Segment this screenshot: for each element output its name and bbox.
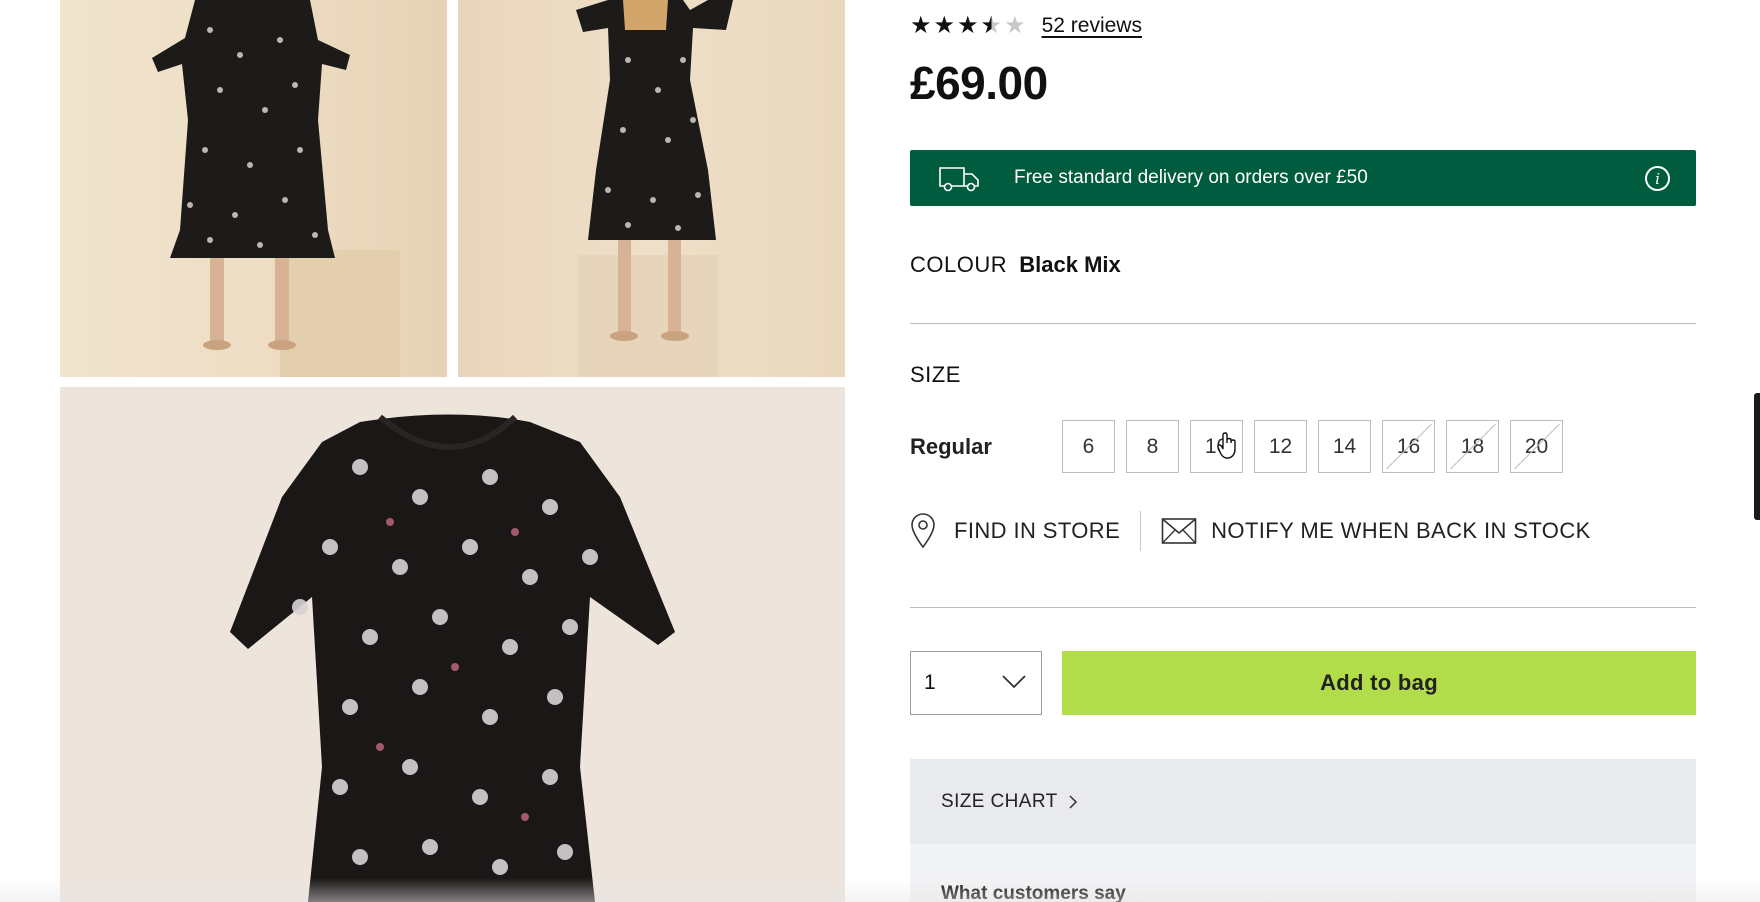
size-chart-toggle[interactable]: SIZE CHART [910, 759, 1696, 844]
divider [910, 323, 1696, 324]
product-details: ★ ★ ★ ★ ★ 52 reviews £69.00 Free standar… [910, 0, 1696, 902]
star-rating: ★ ★ ★ ★ ★ [910, 14, 1026, 38]
quantity-value: 1 [924, 671, 936, 694]
colour-row: COLOUR Black Mix [910, 252, 1121, 278]
fit-label: Regular [910, 434, 992, 459]
product-gallery [0, 0, 860, 902]
info-icon[interactable]: i [1645, 166, 1670, 191]
dress-flat-illustration [230, 414, 675, 902]
size-options: 6 8 10 12 14 16 18 20 [1062, 420, 1563, 473]
size-option-18-out-of-stock[interactable]: 18 [1446, 420, 1499, 473]
size-chart-label: SIZE CHART [941, 790, 1058, 812]
star-full-icon: ★ [957, 12, 979, 39]
envelope-icon [1161, 518, 1197, 544]
star-full-icon: ★ [910, 12, 932, 39]
reviews-link[interactable]: 52 reviews [1042, 14, 1142, 38]
star-empty-icon: ★ [1004, 12, 1026, 39]
location-pin-icon [911, 513, 935, 549]
vertical-divider [1140, 511, 1142, 551]
model-back-illustration [576, 0, 733, 377]
size-option-20-out-of-stock[interactable]: 20 [1510, 420, 1563, 473]
customer-reviews-panel: What customers say [910, 844, 1696, 902]
hand-cursor-icon [1217, 432, 1236, 459]
chevron-right-icon [1069, 794, 1077, 809]
size-heading: SIZE [910, 362, 961, 387]
size-row: Regular 6 8 10 12 14 16 18 20 [910, 420, 1696, 473]
size-option-8[interactable]: 8 [1126, 420, 1179, 473]
size-option-12[interactable]: 12 [1254, 420, 1307, 473]
star-full-icon: ★ [933, 12, 956, 39]
delivery-banner: Free standard delivery on orders over £5… [910, 150, 1696, 206]
colour-label: COLOUR [910, 252, 1008, 277]
colour-value: Black Mix [1019, 252, 1121, 277]
notify-back-in-stock-link[interactable]: NOTIFY ME WHEN BACK IN STOCK [1211, 518, 1591, 544]
scrollbar-thumb[interactable] [1754, 393, 1760, 520]
product-photo-front[interactable] [60, 0, 447, 377]
delivery-text: Free standard delivery on orders over £5… [1014, 167, 1368, 188]
customers-say-heading: What customers say [941, 883, 1126, 902]
chevron-down-icon [1002, 675, 1026, 689]
product-price: £69.00 [910, 57, 1048, 109]
add-to-bag-button[interactable]: Add to bag [1062, 651, 1696, 715]
store-actions: FIND IN STORE NOTIFY ME WHEN BACK IN STO… [910, 511, 1591, 551]
size-option-6[interactable]: 6 [1062, 420, 1115, 473]
quantity-select[interactable]: 1 [910, 651, 1042, 715]
find-in-store-link[interactable]: FIND IN STORE [954, 518, 1120, 544]
product-photo-back[interactable] [458, 0, 845, 377]
model-front-illustration [152, 0, 400, 377]
rating-row: ★ ★ ★ ★ ★ 52 reviews [910, 12, 1142, 40]
product-photo-flat[interactable] [60, 387, 845, 902]
star-half-icon: ★ [980, 12, 1003, 39]
divider [910, 607, 1696, 608]
size-option-16-out-of-stock[interactable]: 16 [1382, 420, 1435, 473]
size-option-14[interactable]: 14 [1318, 420, 1371, 473]
delivery-van-icon [939, 167, 979, 192]
